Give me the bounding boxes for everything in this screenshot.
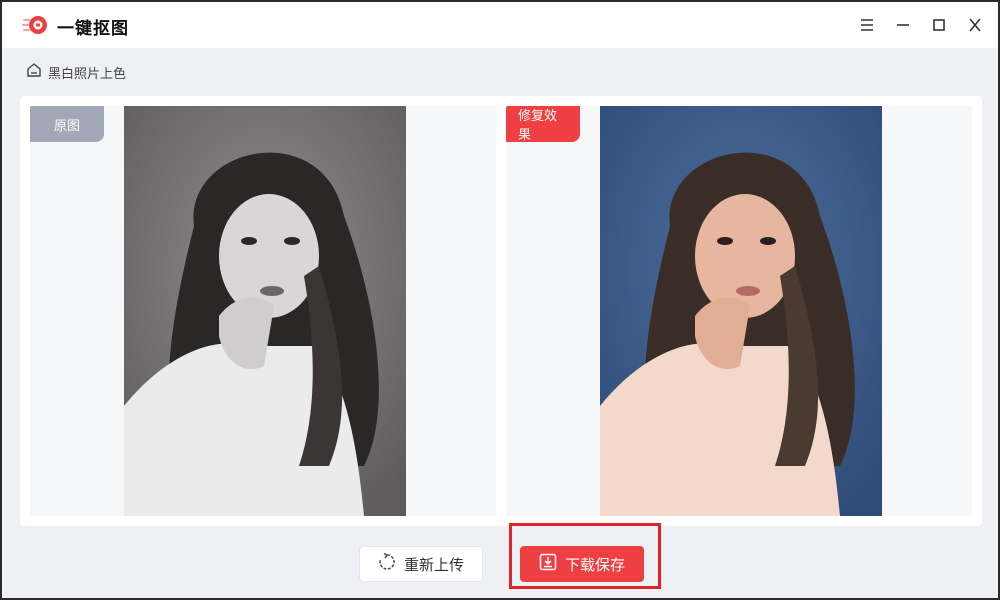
home-icon [26,62,42,82]
reupload-button[interactable]: 重新上传 [359,546,483,582]
result-photo [600,106,882,516]
title-bar: 一键抠图 [2,2,998,48]
result-tag: 修复效果 [506,106,580,143]
close-icon[interactable] [962,12,988,38]
reupload-label: 重新上传 [403,555,464,574]
maximize-icon[interactable] [926,12,952,38]
comparison-area: 原图 修复效果 [20,96,982,526]
menu-icon[interactable] [854,12,880,38]
app-window: 一键抠图 黑白照片上色 原图 修复效果 重新上传 下载保存 [0,0,1000,600]
app-title: 一键抠图 [57,19,129,39]
download-button[interactable]: 下载保存 [520,546,644,582]
original-tag: 原图 [30,106,104,142]
minimize-icon[interactable] [890,12,916,38]
logo-icon [22,14,48,36]
download-icon [539,553,557,575]
result-panel: 修复效果 [506,106,972,516]
breadcrumb[interactable]: 黑白照片上色 [26,62,126,82]
download-label: 下载保存 [564,555,625,574]
original-photo [124,106,406,516]
refresh-icon [378,552,396,575]
breadcrumb-label: 黑白照片上色 [48,66,127,82]
original-panel: 原图 [30,106,496,516]
window-controls [854,12,988,38]
